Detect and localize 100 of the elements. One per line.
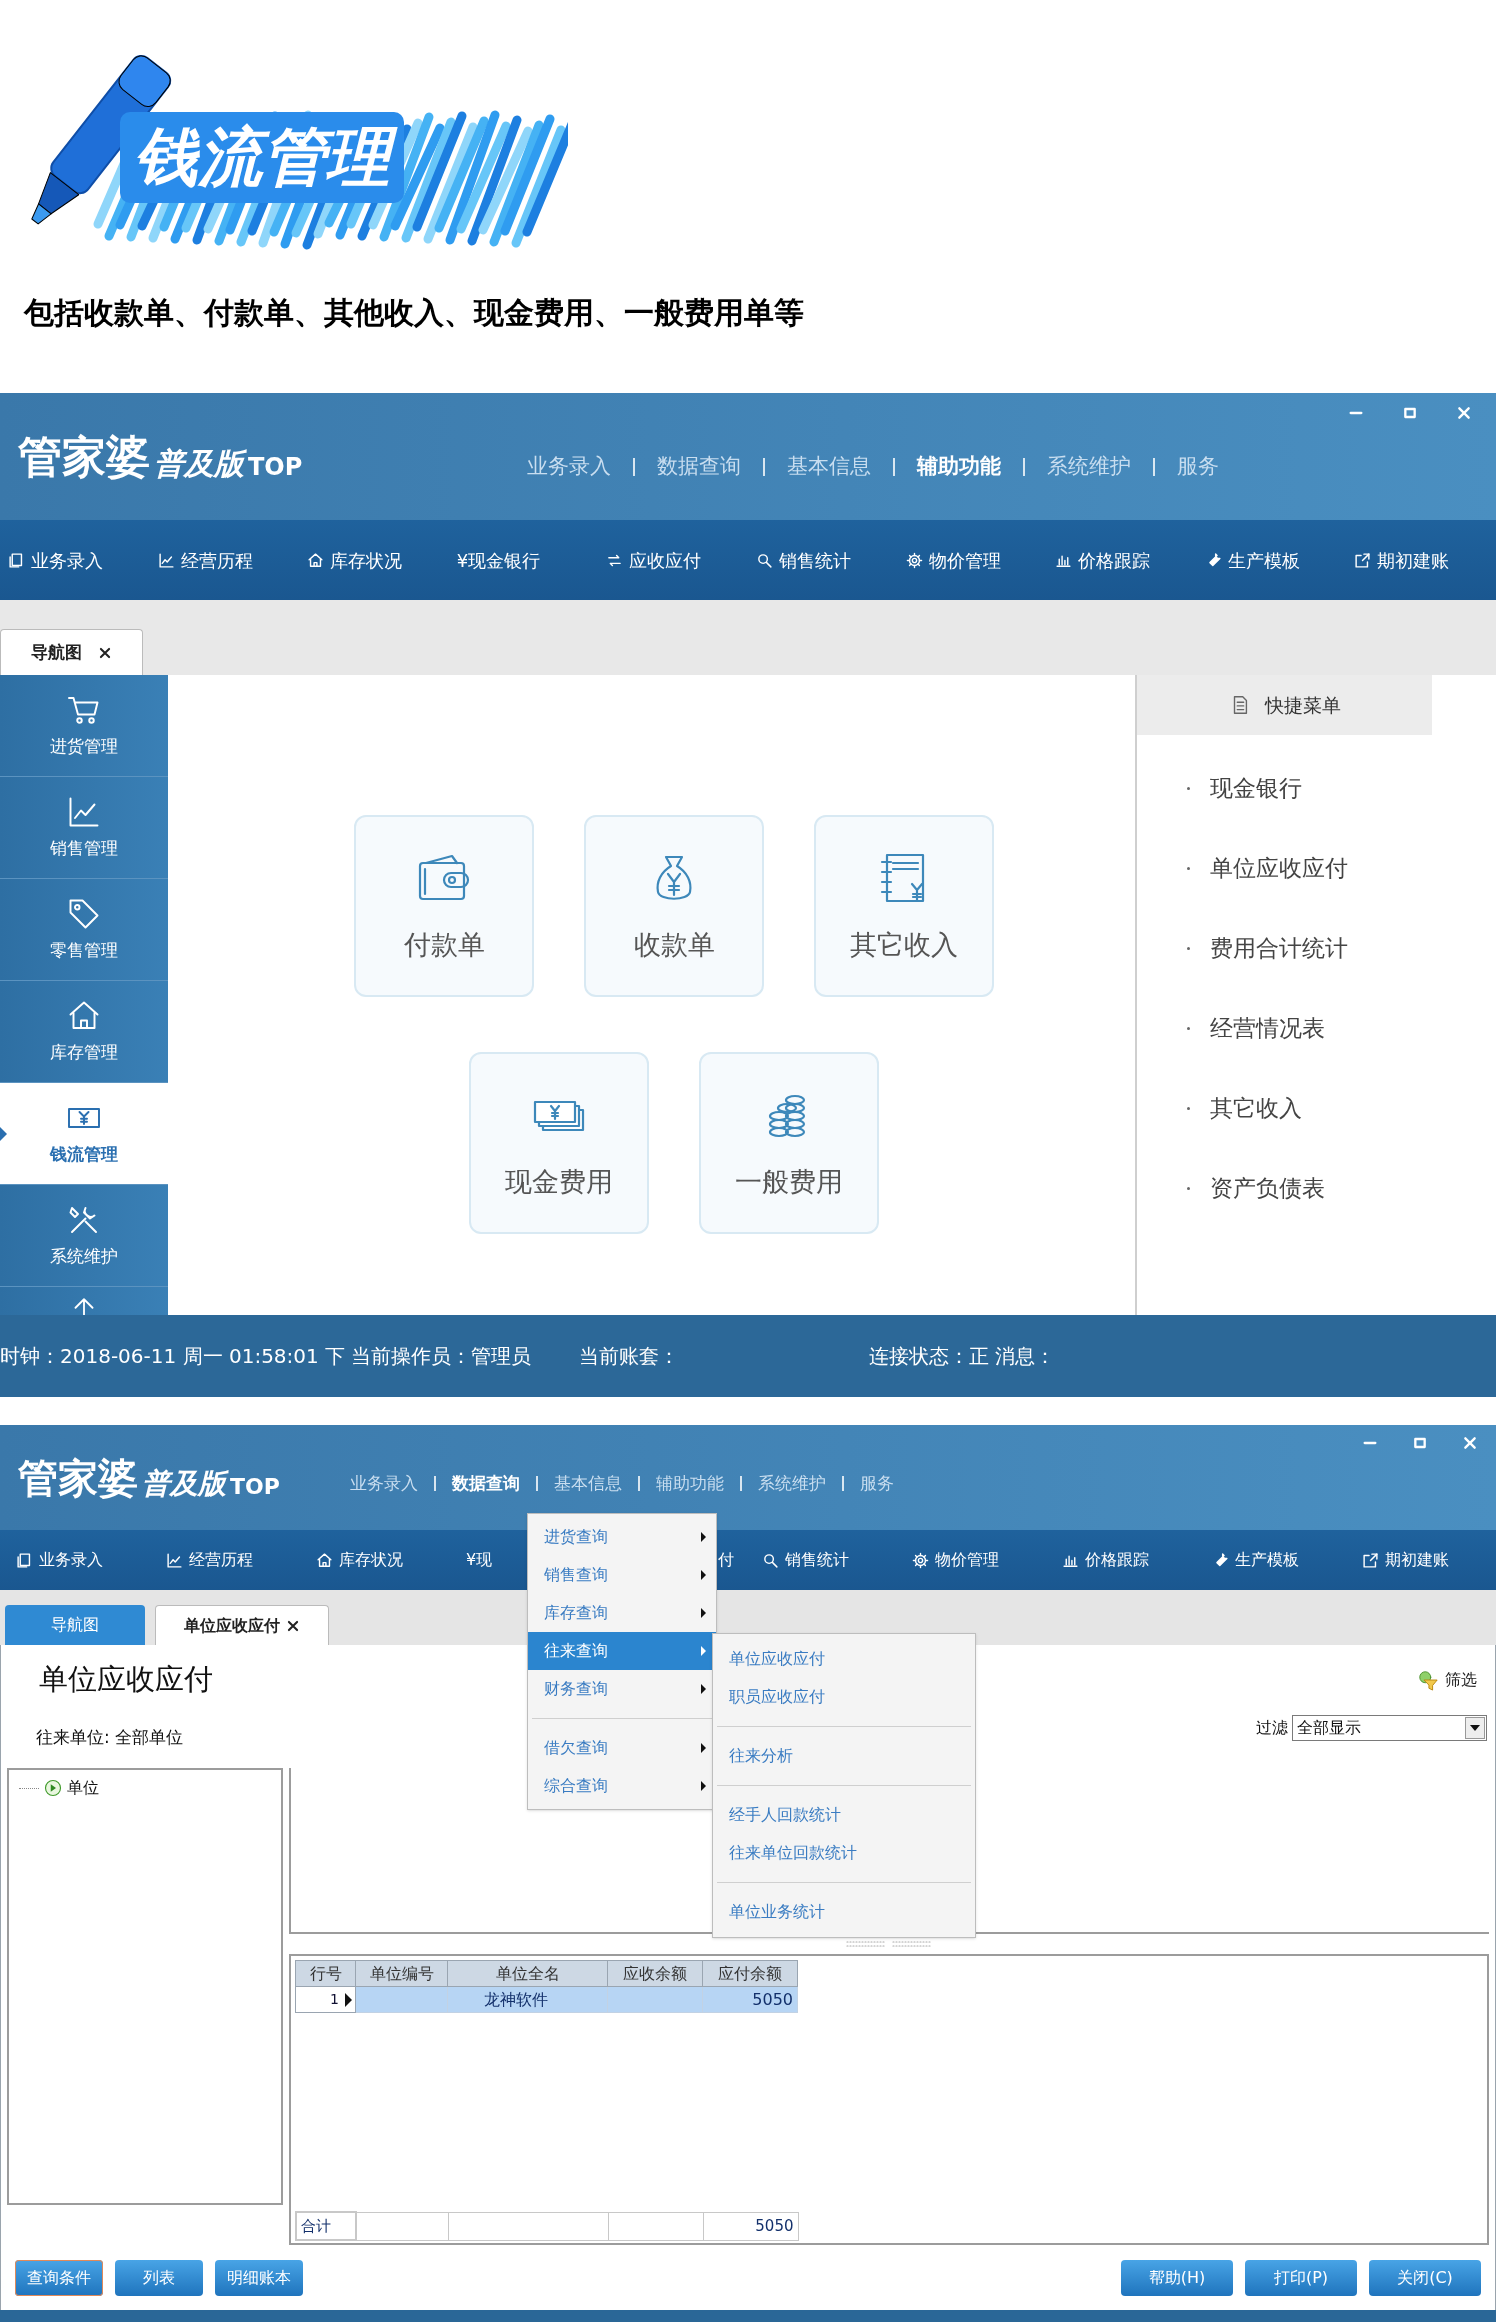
toolbar-button[interactable]: 经营历程: [157, 546, 253, 574]
toolbar-button[interactable]: 业务录入: [8, 546, 103, 574]
toolbar-button[interactable]: ¥现: [466, 1548, 493, 1572]
banner-title: 钱流管理: [120, 112, 404, 204]
play-icon[interactable]: [44, 1779, 62, 1797]
tab[interactable]: 导航图: [0, 629, 143, 675]
toolbar-button[interactable]: 库存状况: [316, 1548, 403, 1572]
logo-tag: TOP: [230, 1475, 280, 1498]
menu-item[interactable]: 财务查询: [528, 1670, 716, 1708]
submenu-arrow-icon: [701, 1781, 706, 1791]
tile-button[interactable]: 现金费用: [469, 1052, 649, 1234]
toolbar-button[interactable]: 应收应付: [606, 546, 702, 574]
toolbar-button[interactable]: 经营历程: [166, 1548, 253, 1572]
tab[interactable]: 导航图: [5, 1605, 145, 1645]
status-text: 消息：: [995, 1343, 1056, 1370]
row-indicator-icon: [345, 1992, 352, 2007]
bullet-icon: [1187, 1026, 1190, 1030]
quick-menu-link[interactable]: 资产负债表: [1210, 1170, 1325, 1206]
sidebar-item[interactable]: 销售管理: [0, 777, 168, 879]
menu-item[interactable]: 数据查询: [451, 1470, 520, 1497]
document-icon: [8, 551, 25, 569]
tree-line: [19, 1787, 39, 1789]
menu-item[interactable]: 往来查询: [528, 1632, 716, 1670]
toolbar-button[interactable]: 生产模板: [1212, 1548, 1299, 1572]
menu-item[interactable]: 职员应收应付: [713, 1678, 975, 1716]
funnel-icon: [1417, 1669, 1439, 1691]
maximize-icon[interactable]: [1402, 405, 1418, 421]
tile-button[interactable]: 付款单: [354, 815, 534, 997]
bullet-icon: [1187, 866, 1190, 870]
sidebar-item[interactable]: 系统维护: [0, 1185, 168, 1287]
status-text: 连接状态：正: [869, 1343, 990, 1370]
tab[interactable]: 单位应收应付: [155, 1605, 329, 1645]
menu-item[interactable]: 往来分析: [713, 1737, 975, 1775]
menu-item[interactable]: 综合查询: [528, 1767, 716, 1805]
column-header[interactable]: 应付余额: [702, 1960, 798, 1987]
table-row[interactable]: 1 龙神软件 5050: [295, 1986, 798, 2013]
house-icon: [307, 551, 325, 569]
close-icon[interactable]: [286, 1618, 300, 1633]
quick-menu-link[interactable]: 现金银行: [1210, 770, 1302, 806]
tile-button[interactable]: 收款单: [584, 815, 764, 997]
quick-menu-link[interactable]: 经营情况表: [1210, 1010, 1325, 1046]
tree-node[interactable]: 单位: [67, 1776, 99, 1800]
toolbar-button[interactable]: 物价管理: [912, 1548, 999, 1572]
status-text: 时钟：2018-06-11 周一 01:58:01 下 当前操作员：管理员: [0, 1343, 532, 1370]
menu-item[interactable]: 往来单位回款统计: [713, 1834, 975, 1872]
toolbar-button[interactable]: 销售统计: [755, 546, 851, 574]
toolbar-button[interactable]: 期初建账: [1354, 546, 1450, 574]
sidebar-item[interactable]: 进货管理: [0, 675, 168, 777]
column-header[interactable]: 应收余额: [607, 1960, 703, 1987]
toolbar-button[interactable]: ¥现金银行: [456, 546, 541, 574]
toolbar-button[interactable]: 付: [718, 1548, 734, 1572]
toolbar-button[interactable]: 库存状况: [307, 546, 403, 574]
column-header[interactable]: 单位全名: [447, 1960, 608, 1987]
close-icon[interactable]: [98, 645, 112, 660]
action-button[interactable]: 打印(P): [1245, 2259, 1357, 2296]
toolbar-button[interactable]: 销售统计: [762, 1548, 849, 1572]
query-button[interactable]: 查询条件: [15, 2259, 103, 2296]
quick-menu-link[interactable]: 费用合计统计: [1210, 930, 1348, 966]
menu-item[interactable]: 辅助功能: [917, 450, 1002, 483]
query-button[interactable]: 列表: [115, 2259, 203, 2296]
column-header[interactable]: 单位编号: [355, 1960, 448, 1987]
submenu-arrow-icon: [701, 1684, 706, 1694]
toolbar-button[interactable]: 生产模板: [1204, 546, 1300, 574]
tile-button[interactable]: 其它收入: [814, 815, 994, 997]
quick-menu-link[interactable]: 单位应收应付: [1210, 850, 1348, 886]
toolbar-button[interactable]: 价格跟踪: [1062, 1548, 1149, 1572]
column-header[interactable]: 行号: [295, 1960, 356, 1987]
action-button[interactable]: 关闭(C): [1369, 2259, 1481, 2296]
sidebar-item[interactable]: 钱流管理: [0, 1083, 168, 1185]
page-heading: 单位应收应付: [39, 1661, 213, 1699]
action-button[interactable]: 帮助(H): [1121, 2259, 1233, 2296]
menu-item[interactable]: 借欠查询: [528, 1729, 716, 1767]
toolbar-button[interactable]: 物价管理: [905, 546, 1001, 574]
filter-select[interactable]: 全部显示: [1292, 1714, 1487, 1741]
menu-item[interactable]: 单位应收应付: [713, 1640, 975, 1678]
external-link-icon: [1354, 551, 1372, 569]
table-cell: 龙神软件: [447, 1986, 608, 2013]
menu-item[interactable]: 进货查询: [528, 1518, 716, 1556]
bullet-icon: [1187, 1186, 1190, 1190]
menu-item[interactable]: 库存查询: [528, 1594, 716, 1632]
query-button[interactable]: 明细账本: [215, 2259, 303, 2296]
menu-item[interactable]: 销售查询: [528, 1556, 716, 1594]
bullet-icon: [1187, 1106, 1190, 1110]
maximize-icon[interactable]: [1412, 1435, 1428, 1451]
quick-menu-link[interactable]: 其它收入: [1210, 1090, 1302, 1126]
submenu-arrow-icon: [701, 1532, 706, 1542]
toolbar-button[interactable]: 价格跟踪: [1055, 546, 1151, 574]
line-chart-icon: [157, 551, 175, 569]
menu-item[interactable]: 经手人回款统计: [713, 1796, 975, 1834]
tile-button[interactable]: 一般费用: [699, 1052, 879, 1234]
quick-menu-title: 快捷菜单: [1264, 692, 1341, 718]
sidebar-item[interactable]: 零售管理: [0, 879, 168, 981]
toolbar-button[interactable]: 期初建账: [1362, 1548, 1449, 1572]
submenu-arrow-icon: [701, 1743, 706, 1753]
splitter-grip-icon[interactable]: [845, 1939, 933, 1949]
toolbar-button[interactable]: 业务录入: [16, 1548, 103, 1572]
menu-item[interactable]: 单位业务统计: [713, 1893, 975, 1931]
house-icon: [316, 1551, 333, 1569]
filter-button[interactable]: 筛选: [1417, 1668, 1477, 1692]
gear-icon: [905, 551, 923, 569]
